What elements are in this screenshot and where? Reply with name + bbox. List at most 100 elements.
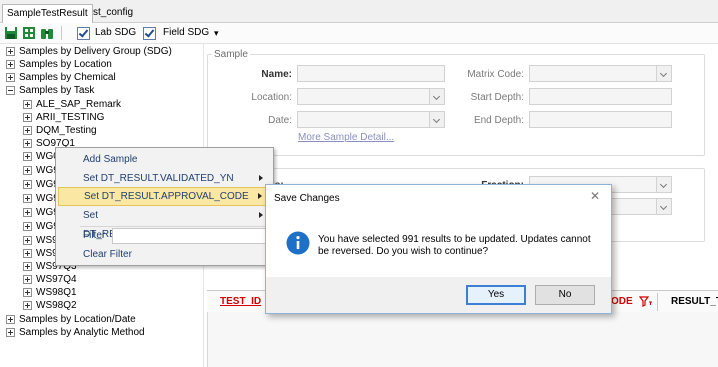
context-menu: Add Sample Set DT_RESULT.VALIDATED_YN Se…	[55, 147, 274, 266]
tree-node-task-child[interactable]: ALE_SAP_Remark	[23, 98, 121, 111]
tree-node-label: DQM_Testing	[36, 125, 97, 136]
menu-item-clear-filter[interactable]: Clear Filter	[58, 245, 269, 264]
expand-icon[interactable]	[6, 59, 15, 69]
expand-icon[interactable]	[23, 138, 32, 148]
toolbar-overflow-icon[interactable]: ▾	[214, 28, 219, 39]
tab-sampletestresult[interactable]: SampleTestResult	[2, 4, 93, 23]
results-grid-body[interactable]	[207, 312, 718, 367]
tree-node-task-child[interactable]: WG9	[23, 164, 59, 177]
field-sdg-label: Field SDG	[163, 27, 210, 38]
dialog-message-line1: You have selected 991 results to be upda…	[318, 234, 591, 245]
tree-node-label: ALE_SAP_Remark	[36, 99, 122, 110]
menu-item-set-reportable-result[interactable]: Set DT_RESULT.REPORTABLE_RESULT	[58, 206, 269, 240]
grid-icon[interactable]	[22, 26, 36, 40]
location-label: Location:	[251, 92, 292, 103]
location-dropdown[interactable]	[297, 88, 445, 105]
save-changes-dialog: Save Changes ✕ You have selected 991 res…	[265, 184, 612, 314]
tree-node-task-child[interactable]: WG0	[23, 150, 59, 163]
menu-item-add-sample[interactable]: Add Sample	[58, 150, 269, 169]
dialog-title: Save Changes	[274, 193, 340, 204]
tree-node-label: ARII_TESTING	[36, 112, 105, 123]
column-header-code[interactable]: ODE	[611, 296, 633, 307]
expand-icon[interactable]	[23, 193, 32, 203]
column-header-result[interactable]: RESULT_T	[671, 296, 718, 307]
chevron-down-icon[interactable]	[429, 89, 444, 104]
expand-icon[interactable]	[6, 72, 15, 82]
chevron-down-icon[interactable]	[656, 177, 671, 192]
chevron-down-icon[interactable]	[656, 199, 671, 214]
expand-icon[interactable]	[23, 300, 32, 310]
yes-button[interactable]: Yes	[466, 285, 526, 305]
tree-node-analytic-method[interactable]: Samples by Analytic Method	[6, 326, 145, 339]
expand-icon[interactable]	[23, 221, 32, 231]
save-icon[interactable]	[4, 26, 18, 40]
dialog-footer: Yes No	[266, 277, 611, 313]
menu-item-label: Add Sample	[83, 154, 138, 165]
matrix-code-label: Matrix Code:	[467, 69, 524, 80]
expand-icon[interactable]	[23, 207, 32, 217]
expand-icon[interactable]	[23, 287, 32, 297]
close-icon[interactable]: ✕	[590, 189, 600, 203]
tree-node-task-child[interactable]: WS9	[23, 234, 58, 247]
tree-node-label: Samples by Delivery Group (SDG)	[19, 46, 172, 57]
tree-node-label: Samples by Location	[19, 59, 112, 70]
tab-st-config[interactable]: st_config	[89, 4, 137, 22]
tree-node-task-child[interactable]: WG9	[23, 178, 59, 191]
chevron-down-icon[interactable]	[429, 112, 444, 127]
tree-node-task[interactable]: Samples by Task	[6, 84, 94, 97]
tree-node-label: WS98Q2	[36, 300, 77, 311]
tree-node-label: Samples by Analytic Method	[19, 327, 145, 338]
tree-node-task-child[interactable]: WG9	[23, 192, 59, 205]
filter-icon[interactable]	[639, 296, 653, 307]
filter-input[interactable]	[112, 228, 268, 244]
binoculars-icon[interactable]	[40, 26, 54, 40]
expand-icon[interactable]	[23, 165, 32, 175]
chevron-down-icon[interactable]	[656, 66, 671, 81]
tree-node-task-child[interactable]: ARII_TESTING	[23, 111, 104, 124]
expand-icon[interactable]	[6, 327, 15, 337]
name-field[interactable]	[297, 65, 445, 82]
menu-item-label: Set DT_RESULT.VALIDATED_YN	[83, 173, 234, 184]
tree-node-task-child[interactable]: WS97Q4	[23, 273, 77, 286]
tree-node-sdg[interactable]: Samples by Delivery Group (SDG)	[6, 45, 172, 58]
expand-icon[interactable]	[23, 151, 32, 161]
tree-node-task-child[interactable]: DQM_Testing	[23, 124, 97, 137]
date-dropdown[interactable]	[297, 111, 445, 128]
expand-icon[interactable]	[6, 314, 15, 324]
no-button[interactable]: No	[535, 285, 595, 305]
expand-icon[interactable]	[23, 125, 32, 135]
date-label: Date:	[268, 115, 292, 126]
name-label: Name:	[261, 69, 292, 80]
tree-node-task-child[interactable]: WS98Q1	[23, 286, 77, 299]
start-depth-label: Start Depth:	[470, 92, 524, 103]
tab-strip: SampleTestResult st_config	[0, 0, 718, 23]
expand-icon[interactable]	[23, 179, 32, 189]
info-icon	[286, 231, 310, 255]
expand-icon[interactable]	[23, 99, 32, 109]
end-depth-field[interactable]	[529, 111, 672, 128]
tree-node-label: Samples by Location/Date	[19, 314, 136, 325]
sample-panel-title: Sample	[212, 49, 250, 60]
collapse-icon[interactable]	[6, 85, 15, 95]
tree-node-task-child[interactable]: WS98Q2	[23, 299, 77, 312]
field-sdg-checkbox[interactable]	[143, 27, 156, 40]
lab-sdg-checkbox[interactable]	[77, 27, 90, 40]
tree-node-chemical[interactable]: Samples by Chemical	[6, 71, 116, 84]
expand-icon[interactable]	[23, 261, 32, 271]
column-header-test-id[interactable]: TEST_ID	[220, 296, 261, 307]
tree-node-location-date[interactable]: Samples by Location/Date	[6, 313, 136, 326]
matrix-code-dropdown[interactable]	[529, 65, 672, 82]
tree-node-location[interactable]: Samples by Location	[6, 58, 112, 71]
expand-icon[interactable]	[23, 248, 32, 258]
start-depth-field[interactable]	[529, 88, 672, 105]
tree-node-task-child[interactable]: WG9	[23, 220, 59, 233]
expand-icon[interactable]	[6, 46, 15, 56]
tree-node-task-child[interactable]: WG9	[23, 206, 59, 219]
expand-icon[interactable]	[23, 235, 32, 245]
more-sample-detail-link[interactable]: More Sample Detail...	[298, 132, 394, 143]
expand-icon[interactable]	[23, 112, 32, 122]
expand-icon[interactable]	[23, 274, 32, 284]
menu-item-set-validated[interactable]: Set DT_RESULT.VALIDATED_YN	[58, 169, 269, 188]
menu-item-set-approval-code[interactable]: Set DT_RESULT.APPROVAL_CODE	[58, 187, 269, 206]
submenu-arrow-icon	[259, 212, 263, 218]
